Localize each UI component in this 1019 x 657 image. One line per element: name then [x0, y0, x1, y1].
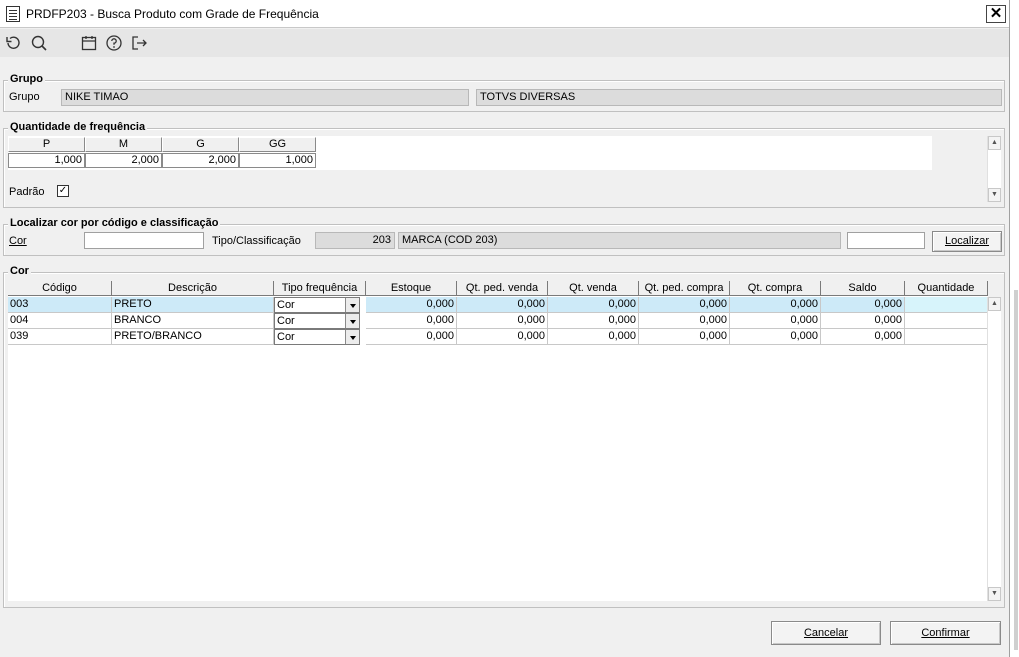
cell-qt-compra[interactable]: 0,000	[730, 313, 821, 329]
tipo-description-field: MARCA (COD 203)	[398, 232, 841, 249]
cell-estoque[interactable]: 0,000	[366, 313, 457, 329]
grupo-field: NIKE TIMAO	[61, 89, 469, 106]
tipo-frequencia-value: Cor	[277, 315, 295, 327]
cell-descricao[interactable]: PRETO/BRANCO	[112, 329, 274, 345]
confirm-button[interactable]: Confirmar	[890, 621, 1001, 645]
undo-icon[interactable]	[4, 34, 22, 52]
cell-saldo[interactable]: 0,000	[821, 329, 905, 345]
cell-qt-venda[interactable]: 0,000	[548, 329, 639, 345]
localizar-legend: Localizar cor por código e classificação	[8, 217, 221, 229]
cell-estoque[interactable]: 0,000	[366, 297, 457, 313]
tipo-frequencia-select[interactable]: Cor	[274, 297, 360, 313]
column-header-qt-compra[interactable]: Qt. compra	[730, 281, 821, 296]
cor-legend: Cor	[8, 265, 31, 277]
cell-qt-compra[interactable]: 0,000	[730, 297, 821, 313]
exit-icon[interactable]	[130, 34, 148, 52]
cor-search-input[interactable]	[84, 232, 204, 249]
cor-label: Cor	[9, 235, 27, 247]
freq-header: M	[85, 137, 162, 152]
grupo-legend: Grupo	[8, 73, 45, 85]
chevron-down-icon[interactable]	[345, 314, 359, 328]
column-header-codigo[interactable]: Código	[8, 281, 112, 296]
cell-qt-venda[interactable]: 0,000	[548, 297, 639, 313]
calendar-icon[interactable]	[80, 34, 98, 52]
localizar-button-label: Localizar	[944, 235, 990, 247]
chevron-down-icon[interactable]	[345, 330, 359, 344]
scroll-up-icon[interactable]: ▲	[988, 136, 1001, 150]
cell-qt-ped-venda[interactable]: 0,000	[457, 313, 548, 329]
cor-label-text: Cor	[9, 235, 27, 247]
tipo-classificacao-label: Tipo/Classificação	[212, 235, 301, 247]
freq-value-cell[interactable]: 1,000	[239, 153, 316, 168]
column-header-descricao[interactable]: Descrição	[112, 281, 274, 296]
frequencia-scrollbar[interactable]: ▲ ▼	[987, 136, 1001, 202]
cell-codigo[interactable]: 004	[8, 313, 112, 329]
padrao-label: Padrão	[9, 186, 45, 198]
cancel-button[interactable]: Cancelar	[771, 621, 881, 645]
cell-descricao[interactable]: PRETO	[112, 297, 274, 313]
tipo-frequencia-value: Cor	[277, 331, 295, 343]
cell-saldo[interactable]: 0,000	[821, 313, 905, 329]
column-header-qt-ped-compra[interactable]: Qt. ped. compra	[639, 281, 730, 296]
column-header-tipo-frequencia[interactable]: Tipo frequência	[274, 281, 366, 296]
localizar-extra-input[interactable]	[847, 232, 925, 249]
close-button[interactable]: ✕	[986, 5, 1006, 23]
freq-value-cell[interactable]: 2,000	[162, 153, 239, 168]
tipo-frequencia-value: Cor	[277, 299, 295, 311]
window-title: PRDFP203 - Busca Produto com Grade de Fr…	[26, 7, 319, 21]
title-bar: PRDFP203 - Busca Produto com Grade de Fr…	[0, 0, 1009, 28]
cor-table: Código Descrição Tipo frequência Estoque…	[8, 281, 988, 601]
column-header-qt-ped-venda[interactable]: Qt. ped. venda	[457, 281, 548, 296]
cell-quantidade[interactable]	[905, 329, 988, 345]
cancel-button-label: Cancelar	[803, 627, 849, 639]
tipo-frequencia-select[interactable]: Cor	[274, 313, 360, 329]
tipo-code-field: 203	[315, 232, 395, 249]
freq-header: P	[8, 137, 85, 152]
scroll-down-icon[interactable]: ▼	[988, 188, 1001, 202]
tipo-frequencia-select[interactable]: Cor	[274, 329, 360, 345]
padrao-checkbox[interactable]: ✓	[57, 185, 69, 197]
cell-qt-venda[interactable]: 0,000	[548, 313, 639, 329]
column-header-qt-venda[interactable]: Qt. venda	[548, 281, 639, 296]
cell-codigo[interactable]: 039	[8, 329, 112, 345]
chevron-down-icon[interactable]	[345, 298, 359, 312]
cell-estoque[interactable]: 0,000	[366, 329, 457, 345]
cell-qt-ped-venda[interactable]: 0,000	[457, 297, 548, 313]
cell-saldo[interactable]: 0,000	[821, 297, 905, 313]
dialog-window: PRDFP203 - Busca Produto com Grade de Fr…	[0, 0, 1019, 657]
cell-qt-ped-compra[interactable]: 0,000	[639, 313, 730, 329]
column-header-estoque[interactable]: Estoque	[366, 281, 457, 296]
document-icon	[6, 6, 20, 22]
cell-quantidade[interactable]	[905, 297, 988, 313]
toolbar	[0, 29, 1009, 57]
grupo-description-field: TOTVS DIVERSAS	[476, 89, 1002, 106]
scroll-up-icon[interactable]: ▲	[988, 297, 1001, 311]
cor-table-scrollbar[interactable]: ▲ ▼	[987, 297, 1001, 601]
background-scrollbar	[1014, 290, 1018, 650]
freq-header: GG	[239, 137, 316, 152]
cell-descricao[interactable]: BRANCO	[112, 313, 274, 329]
column-header-saldo[interactable]: Saldo	[821, 281, 905, 296]
cell-qt-compra[interactable]: 0,000	[730, 329, 821, 345]
cell-quantidade[interactable]	[905, 313, 988, 329]
scroll-down-icon[interactable]: ▼	[988, 587, 1001, 601]
freq-value-cell[interactable]: 2,000	[85, 153, 162, 168]
freq-header: G	[162, 137, 239, 152]
cell-qt-ped-venda[interactable]: 0,000	[457, 329, 548, 345]
search-icon[interactable]	[30, 34, 48, 52]
help-icon[interactable]	[105, 34, 123, 52]
cell-qt-ped-compra[interactable]: 0,000	[639, 329, 730, 345]
window-right-edge	[1009, 0, 1019, 657]
cell-codigo[interactable]: 003	[8, 297, 112, 313]
localizar-button[interactable]: Localizar	[932, 231, 1002, 252]
frequencia-legend: Quantidade de frequência	[8, 121, 148, 133]
column-header-quantidade[interactable]: Quantidade	[905, 281, 988, 296]
confirm-button-label: Confirmar	[921, 627, 970, 639]
cell-qt-ped-compra[interactable]: 0,000	[639, 297, 730, 313]
grupo-label: Grupo	[9, 91, 40, 103]
freq-value-cell[interactable]: 1,000	[8, 153, 85, 168]
